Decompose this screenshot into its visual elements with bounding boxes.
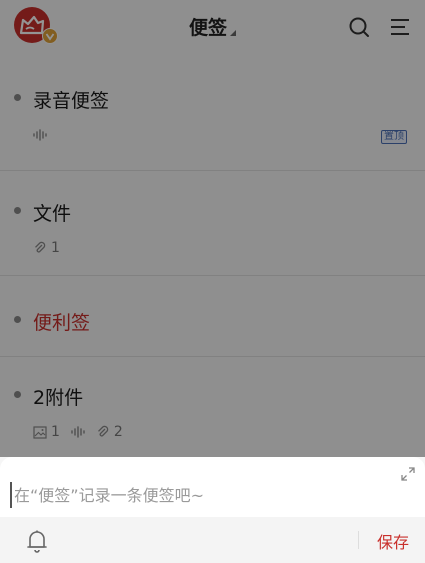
compose-toolbar: 保存 [0,517,425,563]
expand-icon[interactable] [401,467,415,481]
compose-sheet: 保存 [0,457,425,563]
bell-icon[interactable] [26,529,48,553]
note-input[interactable] [10,482,394,508]
save-button[interactable]: 保存 [377,529,409,553]
dim-overlay[interactable] [0,0,425,457]
toolbar-divider [358,531,359,549]
